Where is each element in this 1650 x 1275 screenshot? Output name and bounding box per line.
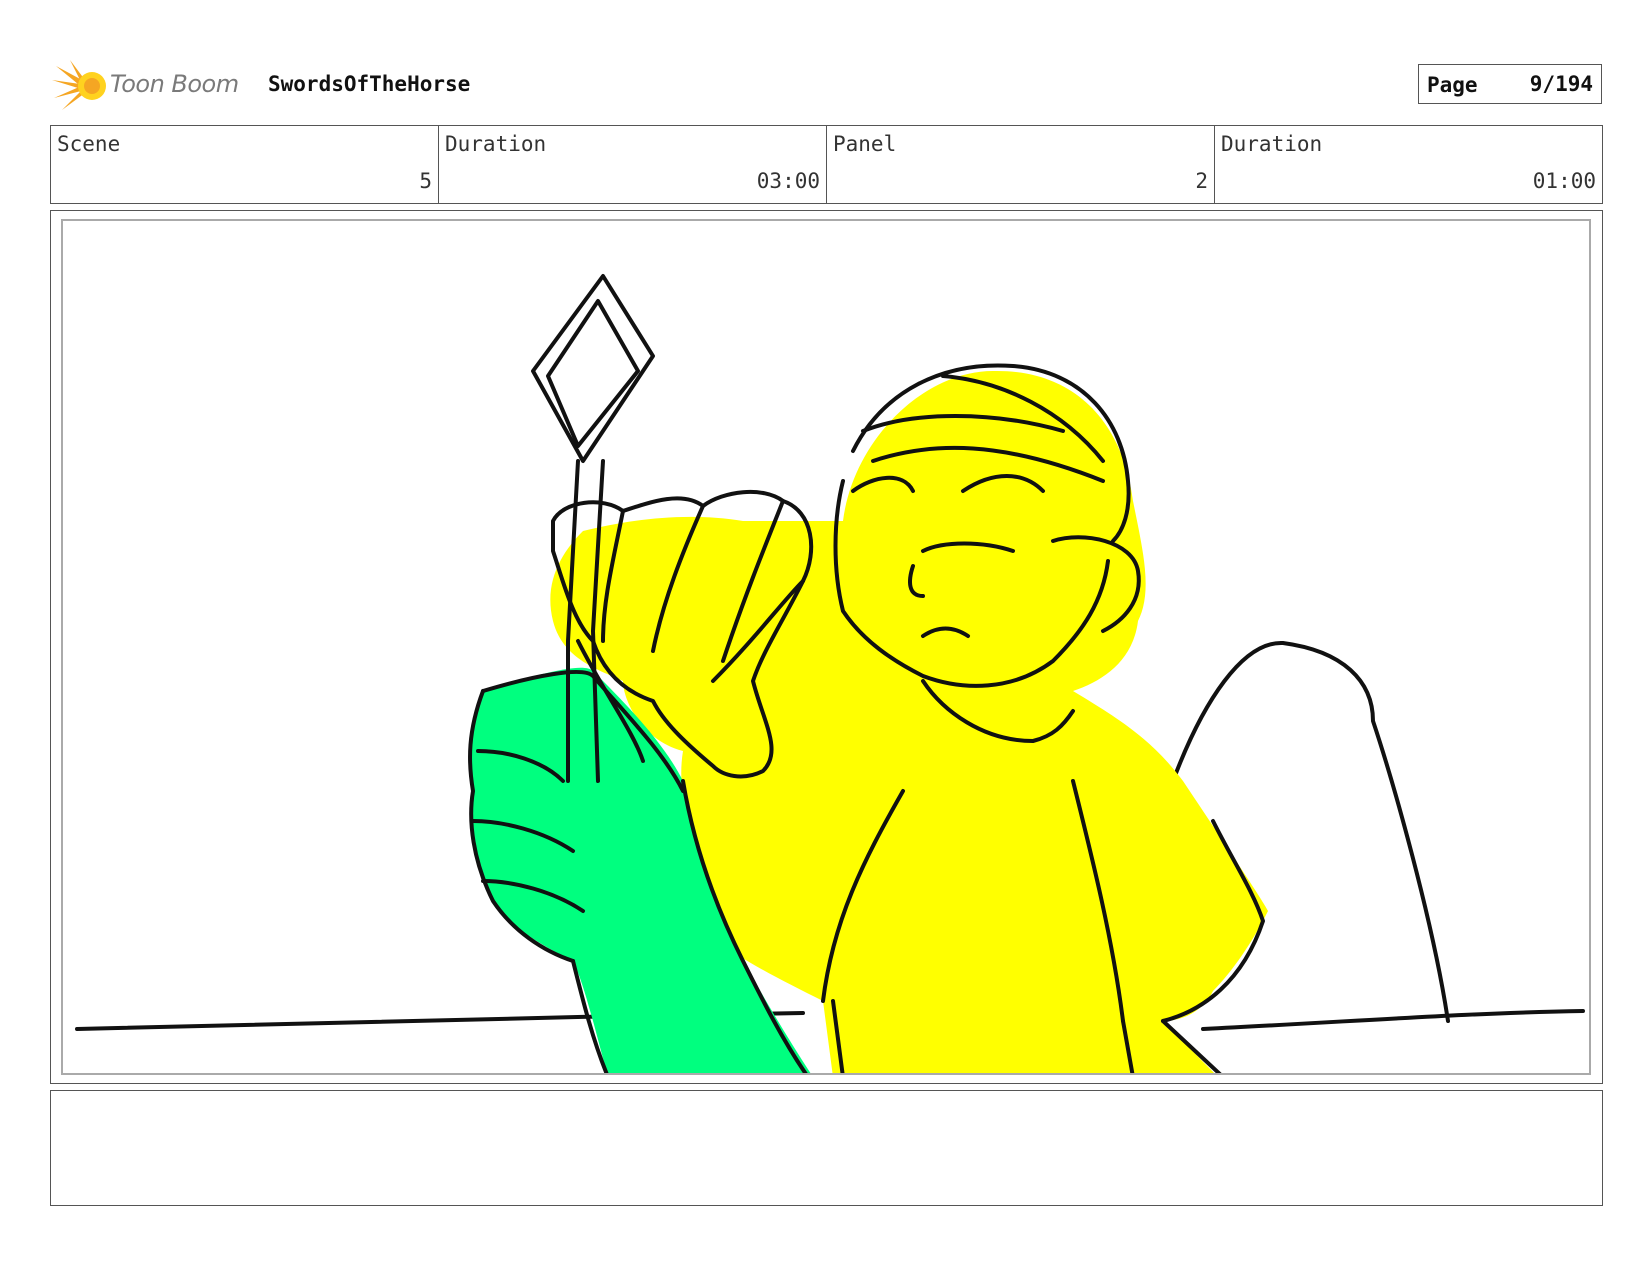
project-title: SwordsOfTheHorse [268,72,471,96]
scene-value: 5 [419,169,432,193]
scene-duration-label: Duration [445,132,547,156]
page-number: 9/194 [1529,72,1593,96]
logo-text: Toon Boom [110,70,239,98]
panel-duration-cell: Duration 01:00 [1215,126,1602,203]
storyboard-panel-frame [50,210,1603,1084]
scene-info-table: Scene 5 Duration 03:00 Panel 2 Duration … [50,125,1603,204]
panel-cell: Panel 2 [827,126,1215,203]
panel-duration-label: Duration [1221,132,1323,156]
panel-sketch [75,274,1585,1073]
scene-label: Scene [57,132,121,156]
panel-value: 2 [1195,169,1208,193]
starburst-icon [52,60,106,110]
panel-duration-value: 01:00 [1532,169,1596,193]
scene-duration-value: 03:00 [756,169,820,193]
page-indicator: Page 9/194 [1418,64,1602,104]
page-label: Page [1427,73,1478,97]
storyboard-panel-image [61,219,1591,1075]
scene-duration-cell: Duration 03:00 [439,126,827,203]
scene-cell: Scene 5 [51,126,439,203]
panel-notes-box [50,1090,1603,1206]
panel-label: Panel [833,132,897,156]
